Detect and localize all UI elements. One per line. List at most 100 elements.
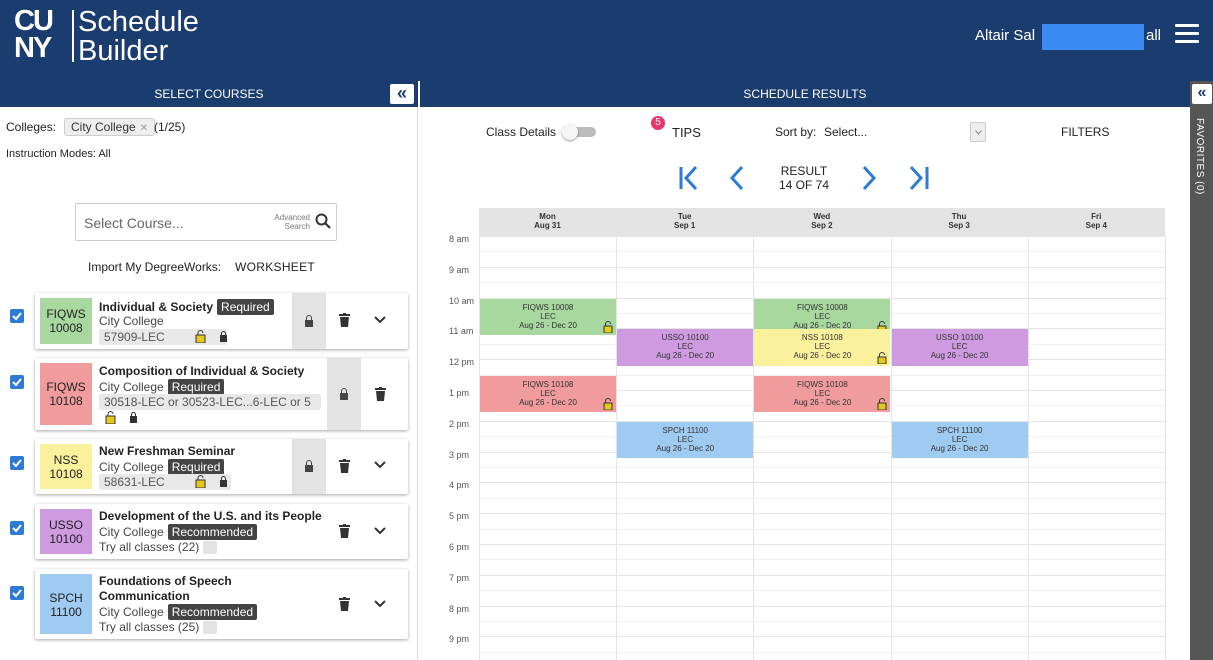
calendar-event[interactable]: FIQWS 10108 LEC Aug 26 - Dec 20 [480,375,616,413]
tips-count-badge: 5 [651,116,665,130]
app-header: CU NY Schedule Builder Altair Sal all [0,0,1213,81]
lock-icon[interactable] [219,476,228,487]
trash-icon[interactable] [339,524,350,538]
calendar-event[interactable]: FIQWS 10008 LEC Aug 26 - Dec 20 [480,298,616,336]
course-checkbox[interactable] [10,375,24,389]
first-result-icon[interactable] [678,165,700,191]
half-hour-gridline [479,497,1165,499]
time-label: 2 pm [449,418,470,429]
colleges-label: Colleges: [6,120,57,134]
lock-icon [305,315,313,327]
status-badge: Recommended [167,524,258,540]
calendar-event[interactable]: FIQWS 10108 LEC Aug 26 - Dec 20 [754,375,891,413]
course-checkbox[interactable] [10,309,24,323]
search-icon[interactable] [315,213,331,229]
course-card: FIQWS 10108 Composition of Individual & S… [35,358,408,430]
previous-result-icon[interactable] [729,165,745,191]
course-card: USSO 10100 Development of the U.S. and it… [35,504,408,559]
menu-icon[interactable] [1175,24,1199,44]
lock-toggle-cell[interactable] [327,358,361,430]
sort-dropdown-button[interactable] [970,122,986,142]
time-label: 8 pm [449,603,470,614]
import-degreeworks-label: Import My DegreeWorks: [88,260,222,274]
calendar-event[interactable]: SPCH 11100 LEC Aug 26 - Dec 20 [617,421,754,459]
section-chip[interactable]: 58631-LEC [99,474,231,490]
day-header-fri: Fri Sep 4 [1085,212,1107,230]
course-title: Foundations of Speech Communication [99,574,232,603]
lock-toggle-cell[interactable] [292,439,326,494]
class-details-label: Class Details [486,125,557,139]
section-chip[interactable]: 30518-LEC or 30523-LEC...6-LEC or 5 [99,394,321,410]
lock-open-icon[interactable] [195,475,206,488]
course-card: FIQWS 10008 Individual & Society Required … [35,293,408,349]
trash-icon[interactable] [339,313,350,327]
course-checkbox[interactable] [10,586,24,600]
class-details-toggle[interactable] [562,124,596,140]
half-hour-gridline [479,251,1165,253]
last-result-icon[interactable] [908,165,930,191]
calendar-event[interactable]: USSO 10100 LEC Aug 26 - Dec 20 [891,329,1028,366]
chevron-down-icon[interactable] [374,527,386,535]
lock-open-icon[interactable] [877,351,887,364]
sort-select[interactable]: Select... [824,125,867,139]
half-hour-gridline [479,528,1165,530]
collapse-left-panel-button[interactable]: « [390,84,414,104]
status-badge: Required [217,299,274,315]
hour-gridline [479,236,1165,237]
lock-open-icon[interactable] [877,398,887,411]
chevron-down-icon[interactable] [374,600,386,608]
tips-button[interactable]: TIPS [672,125,701,140]
calendar-event[interactable]: USSO 10100 LEC Aug 26 - Dec 20 [617,329,754,366]
try-all-classes-select[interactable]: Try all classes (25) [99,620,218,635]
course-search-input[interactable] [84,213,264,233]
favorites-label: FAVORITES (0) [1194,118,1205,195]
result-counter: RESULT 14 OF 74 [778,164,830,192]
lock-icon[interactable] [129,412,138,423]
user-name: Altair Sal [975,27,1036,44]
lock-toggle-cell[interactable] [292,293,326,349]
course-college: City College Recommended [99,604,258,620]
chevron-down-icon[interactable] [374,461,386,469]
course-college: City College Recommended [99,524,258,540]
college-chip[interactable]: City College ✕ [64,118,156,136]
course-code: FIQWS 10008 [40,298,92,344]
calendar-event[interactable]: NSS 10108 LEC Aug 26 - Dec 20 [754,329,891,366]
lock-open-icon[interactable] [195,330,206,343]
half-hour-gridline [479,282,1165,284]
lock-open-icon[interactable] [603,321,613,334]
calendar-event[interactable]: SPCH 11100 LEC Aug 26 - Dec 20 [891,421,1028,459]
trash-icon[interactable] [375,387,386,401]
lock-open-icon[interactable] [603,398,613,411]
sort-by-label: Sort by: [775,125,817,139]
chevron-down-icon[interactable] [374,316,386,324]
time-label: 6 pm [449,542,470,552]
expand-favorites-button[interactable]: « [1192,84,1212,104]
lock-open-icon[interactable] [105,411,116,424]
try-all-classes-select[interactable]: Try all classes (22) [99,540,218,555]
course-card: SPCH 11100 Foundations of Speech Communica… [35,569,408,639]
logo-divider [72,10,74,62]
day-header-wed: Wed Sep 2 [811,212,833,230]
hour-gridline [479,544,1165,545]
worksheet-link[interactable]: WORKSHEET [235,260,315,274]
course-checkbox[interactable] [10,521,24,535]
course-checkbox[interactable] [10,456,24,470]
trash-icon[interactable] [339,459,350,473]
advanced-search-link[interactable]: Advanced Search [272,213,310,231]
section-chip[interactable]: 57909-LEC [99,329,227,345]
day-column-divider [1027,236,1029,660]
course-code: USSO 10100 [40,509,92,554]
select-courses-bar: SELECT COURSES [0,81,418,107]
time-label: 9 am [449,264,470,275]
trash-icon[interactable] [339,597,350,611]
day-header-tue: Tue Sep 1 [674,212,696,230]
hour-gridline [479,513,1165,515]
status-badge: Required [167,379,225,395]
next-result-icon[interactable] [861,165,877,191]
remove-chip-icon[interactable]: ✕ [140,123,148,134]
filters-button[interactable]: FILTERS [1061,125,1109,139]
status-badge: Required [167,459,225,475]
time-label: 1 pm [449,388,470,398]
chevron-down-icon [203,541,218,555]
lock-icon[interactable] [219,331,228,342]
